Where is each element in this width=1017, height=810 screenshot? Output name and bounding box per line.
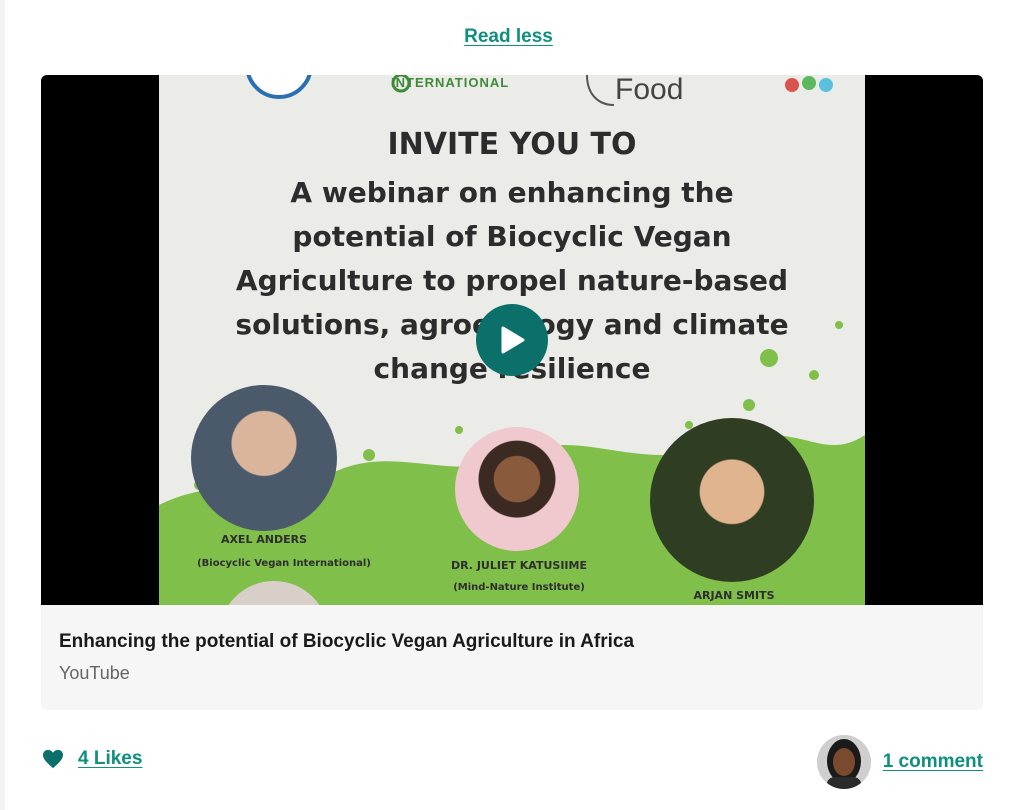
video-embed-card[interactable]: INTERNATIONAL Food INVITE YOU TO A webin… bbox=[41, 75, 983, 710]
speaker-portrait-2 bbox=[455, 427, 579, 551]
embed-source: YouTube bbox=[59, 663, 130, 683]
poster-heading: INVITE YOU TO bbox=[387, 127, 637, 162]
poster-line: potential of Biocyclic Vegan bbox=[292, 220, 732, 253]
play-icon bbox=[501, 326, 525, 354]
speaker-name: AXEL ANDERS bbox=[220, 533, 308, 546]
play-button[interactable] bbox=[476, 304, 548, 376]
speaker-org: (Mind-Nature Institute) bbox=[453, 582, 585, 593]
speaker-org: (Biocyclic Vegan International) bbox=[197, 558, 371, 569]
read-less-link[interactable]: Read less bbox=[0, 26, 1017, 48]
likes-count-link[interactable]: 4 Likes bbox=[78, 748, 142, 770]
video-player[interactable]: INTERNATIONAL Food INVITE YOU TO A webin… bbox=[41, 75, 983, 605]
avatar bbox=[816, 735, 871, 789]
avatar-image bbox=[816, 735, 871, 789]
heart-icon[interactable] bbox=[42, 749, 64, 769]
poster-logo-text-food: Food bbox=[615, 75, 684, 106]
embed-title[interactable]: Enhancing the potential of Biocyclic Veg… bbox=[59, 631, 634, 653]
likes-section: 4 Likes bbox=[42, 748, 142, 770]
comments-count-link[interactable]: 1 comment bbox=[883, 751, 983, 773]
speaker-portrait-3 bbox=[650, 418, 814, 582]
speaker-name: DR. JULIET KATUSIIME bbox=[451, 559, 587, 572]
poster-line: Agriculture to propel nature-based bbox=[235, 264, 789, 297]
left-border bbox=[0, 0, 5, 810]
poster-line: A webinar on enhancing the bbox=[290, 176, 734, 209]
speaker-portrait-1 bbox=[191, 385, 337, 531]
speaker-name: ARJAN SMITS bbox=[693, 589, 775, 602]
comments-section: 1 comment bbox=[816, 735, 983, 789]
embed-meta: Enhancing the potential of Biocyclic Veg… bbox=[59, 631, 634, 684]
poster-logo-text-international: INTERNATIONAL bbox=[391, 75, 510, 90]
